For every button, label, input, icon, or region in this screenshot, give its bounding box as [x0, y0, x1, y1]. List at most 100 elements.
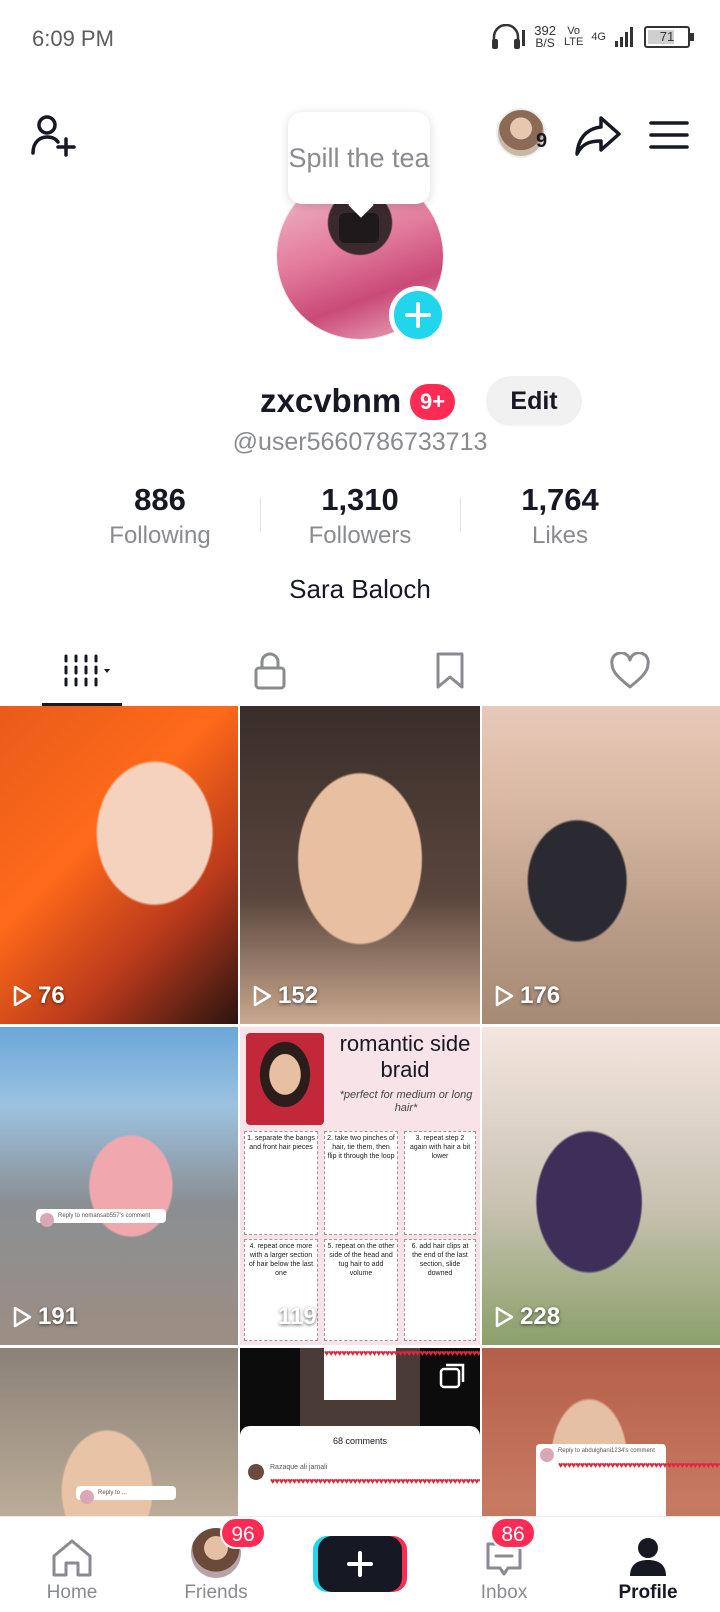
lock-icon [254, 652, 286, 690]
step-text: 3. repeat step 2 again with hair a bit l… [409, 1135, 471, 1160]
profile-handle: @user5660786733713 [232, 428, 488, 456]
tab-videos[interactable] [0, 636, 180, 706]
profile-bio: Sara Baloch [289, 574, 431, 604]
battery-level: 71 [659, 29, 675, 44]
tab-favorites[interactable] [360, 636, 540, 706]
hearts-decoration: ♥♥♥♥♥♥♥♥♥♥♥♥♥♥♥♥♥♥♥♥♥♥♥♥♥♥♥♥♥♥♥♥♥♥♥♥♥♥♥♥ [558, 1460, 720, 1470]
hearts-decoration: ♥♥♥♥♥♥♥♥♥♥♥♥♥♥♥♥♥♥♥♥♥♥♥♥♥♥♥♥♥♥♥♥♥♥♥♥♥♥♥♥… [270, 1476, 480, 1486]
create-button-inner [318, 1536, 402, 1592]
nav-create[interactable] [288, 1517, 432, 1612]
edit-profile-button[interactable]: Edit [486, 376, 582, 426]
video-title: romantic side braid [339, 1031, 471, 1082]
nav-label: Friends [184, 1582, 248, 1603]
view-count: 119 [252, 1303, 317, 1331]
step-card: 2. take two pinches of hair, tie them, t… [324, 1131, 398, 1235]
video-tile[interactable]: 152 [240, 706, 480, 1024]
video-tile[interactable]: 76 [0, 706, 238, 1024]
play-icon [253, 985, 272, 1007]
comments-sheet: 68 comments Razaque ali jamali ♥♥♥♥♥♥♥♥♥… [240, 1426, 480, 1516]
network-type: 4G [591, 30, 606, 43]
video-tile[interactable]: romantic side braid *perfect for medium … [240, 1027, 480, 1345]
video-tile[interactable]: Reply to nomansab557's comment 191 [0, 1027, 238, 1345]
home-icon [52, 1539, 92, 1577]
view-count: 76 [12, 982, 65, 1010]
step-card: 1. separate the bangs and front hair pie… [244, 1131, 318, 1235]
view-count-value: 119 [278, 1303, 317, 1330]
hamburger-menu-icon [649, 121, 689, 149]
view-count-value: 152 [278, 982, 319, 1009]
view-count: 228 [494, 1303, 560, 1331]
video-tile[interactable]: 228 [482, 1027, 720, 1345]
step-text: 6. add hair clips at the end of the last… [411, 1243, 469, 1277]
nav-inbox[interactable]: 86 Inbox [432, 1517, 576, 1612]
step-text: 2. take two pinches of hair, tie them, t… [327, 1135, 395, 1160]
nav-profile[interactable]: Profile [576, 1517, 720, 1612]
view-count-value: 228 [520, 1303, 561, 1330]
nav-label: Profile [618, 1582, 678, 1603]
speed-unit: B/S [535, 36, 555, 50]
add-friend-button[interactable] [26, 108, 80, 162]
video-grid: 76 152 176 Reply to nomansab557's commen… [0, 706, 720, 1516]
spill-the-tea-tooltip[interactable]: Spill the tea [288, 112, 430, 204]
tab-private[interactable] [180, 636, 360, 706]
view-count-value: 191 [38, 1303, 79, 1330]
play-icon [495, 985, 514, 1007]
video-tile[interactable]: Reply to ... [0, 1348, 238, 1516]
battery-indicator: 71 [644, 26, 694, 48]
stat-value: 886 [134, 482, 186, 517]
nav-friends[interactable]: 96 Friends [144, 1517, 288, 1612]
create-button[interactable] [313, 1536, 407, 1592]
comment-text: Reply to nomansab557's comment [58, 1213, 151, 1219]
menu-button[interactable] [644, 110, 694, 160]
name-row: zxcvbnm 9+ Edit [0, 376, 720, 430]
tab-liked[interactable] [540, 636, 720, 706]
signal-icon [615, 27, 633, 47]
thumbnail-photo [246, 1033, 324, 1125]
hearts-card: ♥♥♥♥♥♥♥♥♥♥♥♥♥♥♥♥♥♥♥♥♥♥♥♥♥♥♥♥♥♥♥♥♥♥♥♥ [324, 1348, 480, 1400]
network-speed: 392 B/S [534, 24, 556, 50]
comments-count: 68 comments [332, 1436, 388, 1446]
comment-text: Reply to abdulghani1234's comment [558, 1448, 655, 1454]
view-count-value: 76 [38, 982, 65, 1009]
step-card: 3. repeat step 2 again with hair a bit l… [404, 1131, 476, 1235]
volte-indicator: Vo LTE [564, 26, 583, 48]
view-count: 152 [252, 982, 318, 1010]
add-story-button[interactable] [389, 286, 447, 344]
profile-tabs [0, 636, 720, 706]
play-icon [253, 1306, 272, 1328]
step-text: 4. repeat once more with a larger sectio… [248, 1243, 314, 1277]
bottom-navigation: Home 96 Friends 86 Inbox Profile [0, 1516, 720, 1612]
profile-stats: 886 Following 1,310 Followers 1,764 Like… [60, 482, 660, 552]
comment-text: Reply to ... [98, 1490, 127, 1496]
step-text: 5. repeat on the other side of the head … [327, 1243, 395, 1277]
video-tile[interactable]: 176 [482, 706, 720, 1024]
video-subtitle: *perfect for medium or long hair* [339, 1089, 473, 1114]
heart-icon [610, 652, 650, 689]
videos-grid-icon [64, 654, 110, 687]
nav-home[interactable]: Home [0, 1517, 144, 1612]
network-label: 4G [591, 30, 606, 43]
plus-icon [405, 302, 431, 328]
share-profile-button[interactable] [570, 108, 626, 164]
reply-comment-card: Reply to ... [76, 1486, 176, 1504]
stat-label: Likes [531, 522, 589, 549]
view-count: 191 [12, 1303, 78, 1331]
view-count: 176 [494, 982, 560, 1010]
friends-badge: 96 [220, 1517, 266, 1549]
nav-label: Inbox [480, 1582, 528, 1603]
reply-comment-card: Reply to abdulghani1234's comment ♥♥♥♥♥♥… [536, 1444, 720, 1516]
inbox-badge: 86 [490, 1517, 536, 1549]
stat-likes[interactable]: 1,764 Likes [460, 482, 660, 552]
stat-followers[interactable]: 1,310 Followers [260, 482, 460, 552]
stat-label: Following [109, 522, 211, 549]
stat-following[interactable]: 886 Following [60, 482, 260, 552]
plus-icon [347, 1551, 373, 1577]
commenter-avatar [248, 1464, 264, 1480]
volte-line2: LTE [563, 36, 584, 48]
notification-badge[interactable]: 9+ [410, 384, 456, 420]
stat-label: Followers [308, 522, 412, 549]
status-icons: 392 B/S Vo LTE 4G 71 [490, 24, 694, 50]
video-tile[interactable]: Reply to abdulghani1234's comment ♥♥♥♥♥♥… [482, 1348, 720, 1516]
bookmark-icon [436, 652, 464, 689]
video-tile[interactable]: ♥♥♥♥♥♥♥♥♥♥♥♥♥♥♥♥♥♥♥♥♥♥♥♥♥♥♥♥♥♥♥♥♥♥♥♥ 68 … [240, 1348, 480, 1516]
